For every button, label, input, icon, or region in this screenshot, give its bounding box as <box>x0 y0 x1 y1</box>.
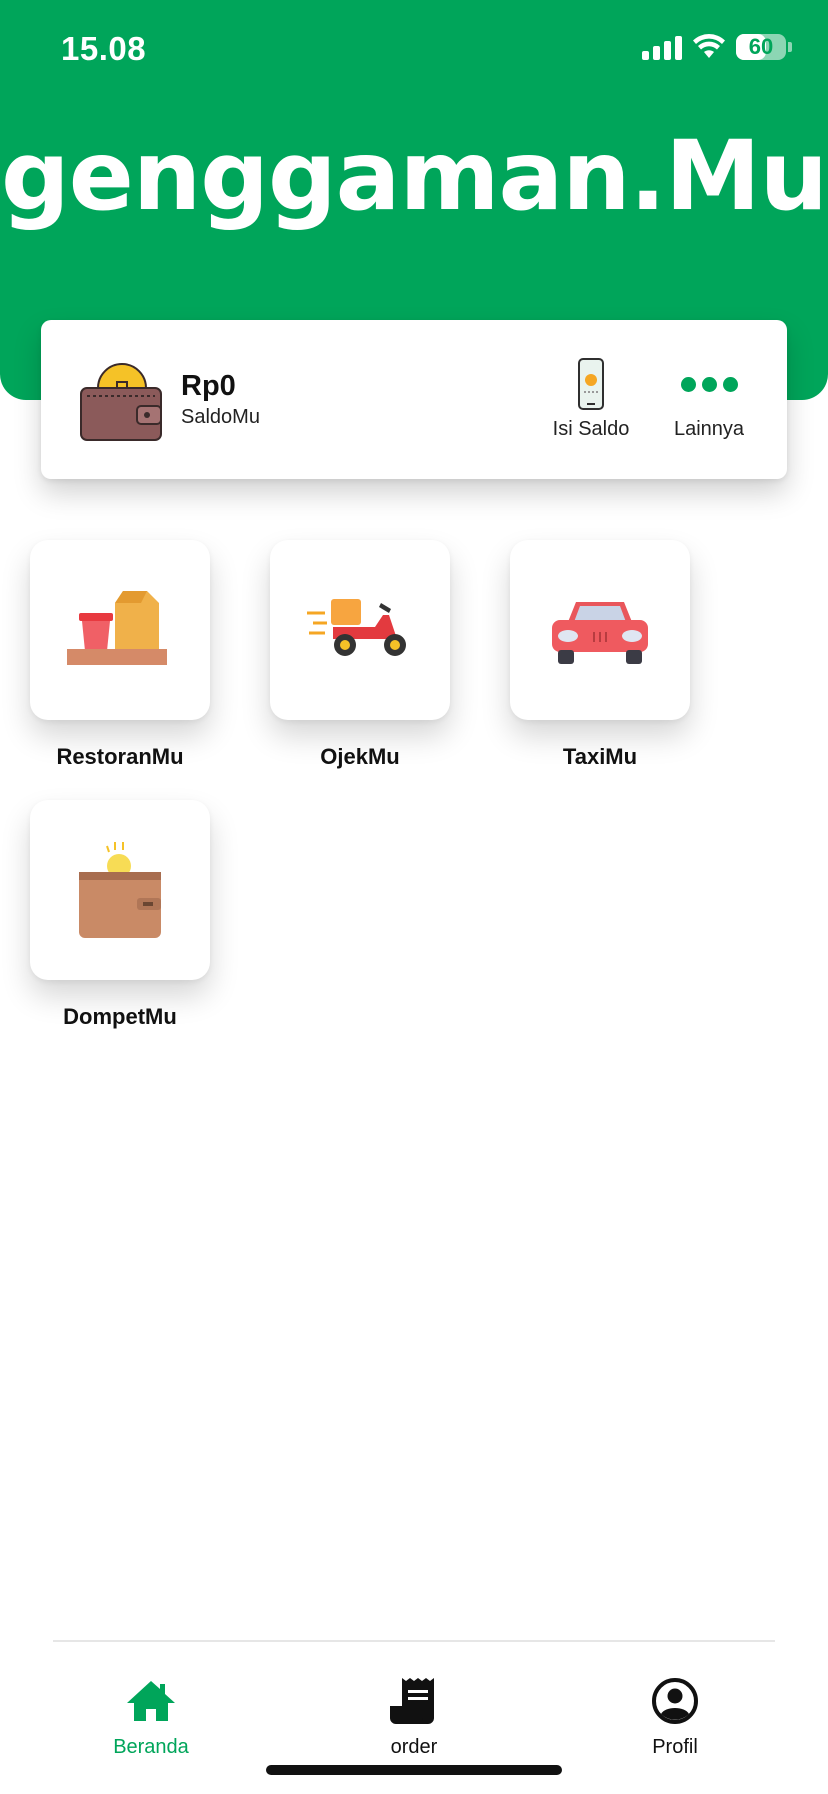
service-label: TaxiMu <box>562 744 638 769</box>
nav-label: Beranda <box>113 1736 189 1758</box>
status-icons: 60 <box>642 34 792 60</box>
wallet-coin-icon <box>79 842 161 938</box>
service-label: RestoranMu <box>56 744 184 769</box>
car-icon <box>552 602 648 664</box>
phone-topup-icon <box>578 358 604 410</box>
restaurant-food-icon <box>67 591 167 665</box>
brand-logo: genggaman.Mu <box>1 120 828 232</box>
status-bar: 15.08 60 <box>0 0 828 100</box>
nav-order[interactable]: order <box>344 1676 484 1759</box>
receipt-icon <box>390 1678 434 1724</box>
battery-percentage: 60 <box>748 34 774 59</box>
service-tile[interactable] <box>510 540 690 720</box>
service-tile[interactable] <box>270 540 450 720</box>
wallet-icon <box>80 363 162 441</box>
status-time: 15.08 <box>61 30 147 67</box>
service-dompetmu[interactable]: DompetMu <box>30 800 210 1030</box>
service-taximu[interactable]: TaxiMu <box>510 540 690 770</box>
balance-label: SaldoMu <box>181 406 260 428</box>
wifi-icon <box>693 34 725 58</box>
service-ojekmu[interactable]: OjekMu <box>270 540 450 770</box>
service-restoranmu[interactable]: RestoranMu <box>30 540 210 770</box>
profile-icon <box>652 1678 698 1724</box>
more-button[interactable]: Lainnya <box>654 358 764 441</box>
balance-card[interactable]: Rp0 SaldoMu Isi Saldo Lainnya <box>41 320 787 479</box>
service-label: OjekMu <box>320 744 400 769</box>
balance-amount: Rp0 <box>181 370 236 402</box>
nav-label: order <box>390 1736 438 1758</box>
service-tile[interactable] <box>30 540 210 720</box>
service-label: DompetMu <box>63 1004 177 1029</box>
top-up-button[interactable]: Isi Saldo <box>536 358 646 441</box>
top-up-label: Isi Saldo <box>552 418 630 440</box>
nav-profil[interactable]: Profil <box>605 1676 745 1759</box>
more-dots-icon <box>680 376 738 392</box>
nav-label: Profil <box>652 1736 698 1758</box>
more-label: Lainnya <box>673 418 745 440</box>
home-icon <box>127 1681 175 1721</box>
service-tile[interactable] <box>30 800 210 980</box>
cellular-signal-icon <box>642 34 682 60</box>
nav-beranda[interactable]: Beranda <box>81 1676 221 1759</box>
home-indicator[interactable] <box>266 1765 562 1775</box>
battery-icon: 60 <box>736 34 786 60</box>
scooter-delivery-icon <box>307 599 406 656</box>
